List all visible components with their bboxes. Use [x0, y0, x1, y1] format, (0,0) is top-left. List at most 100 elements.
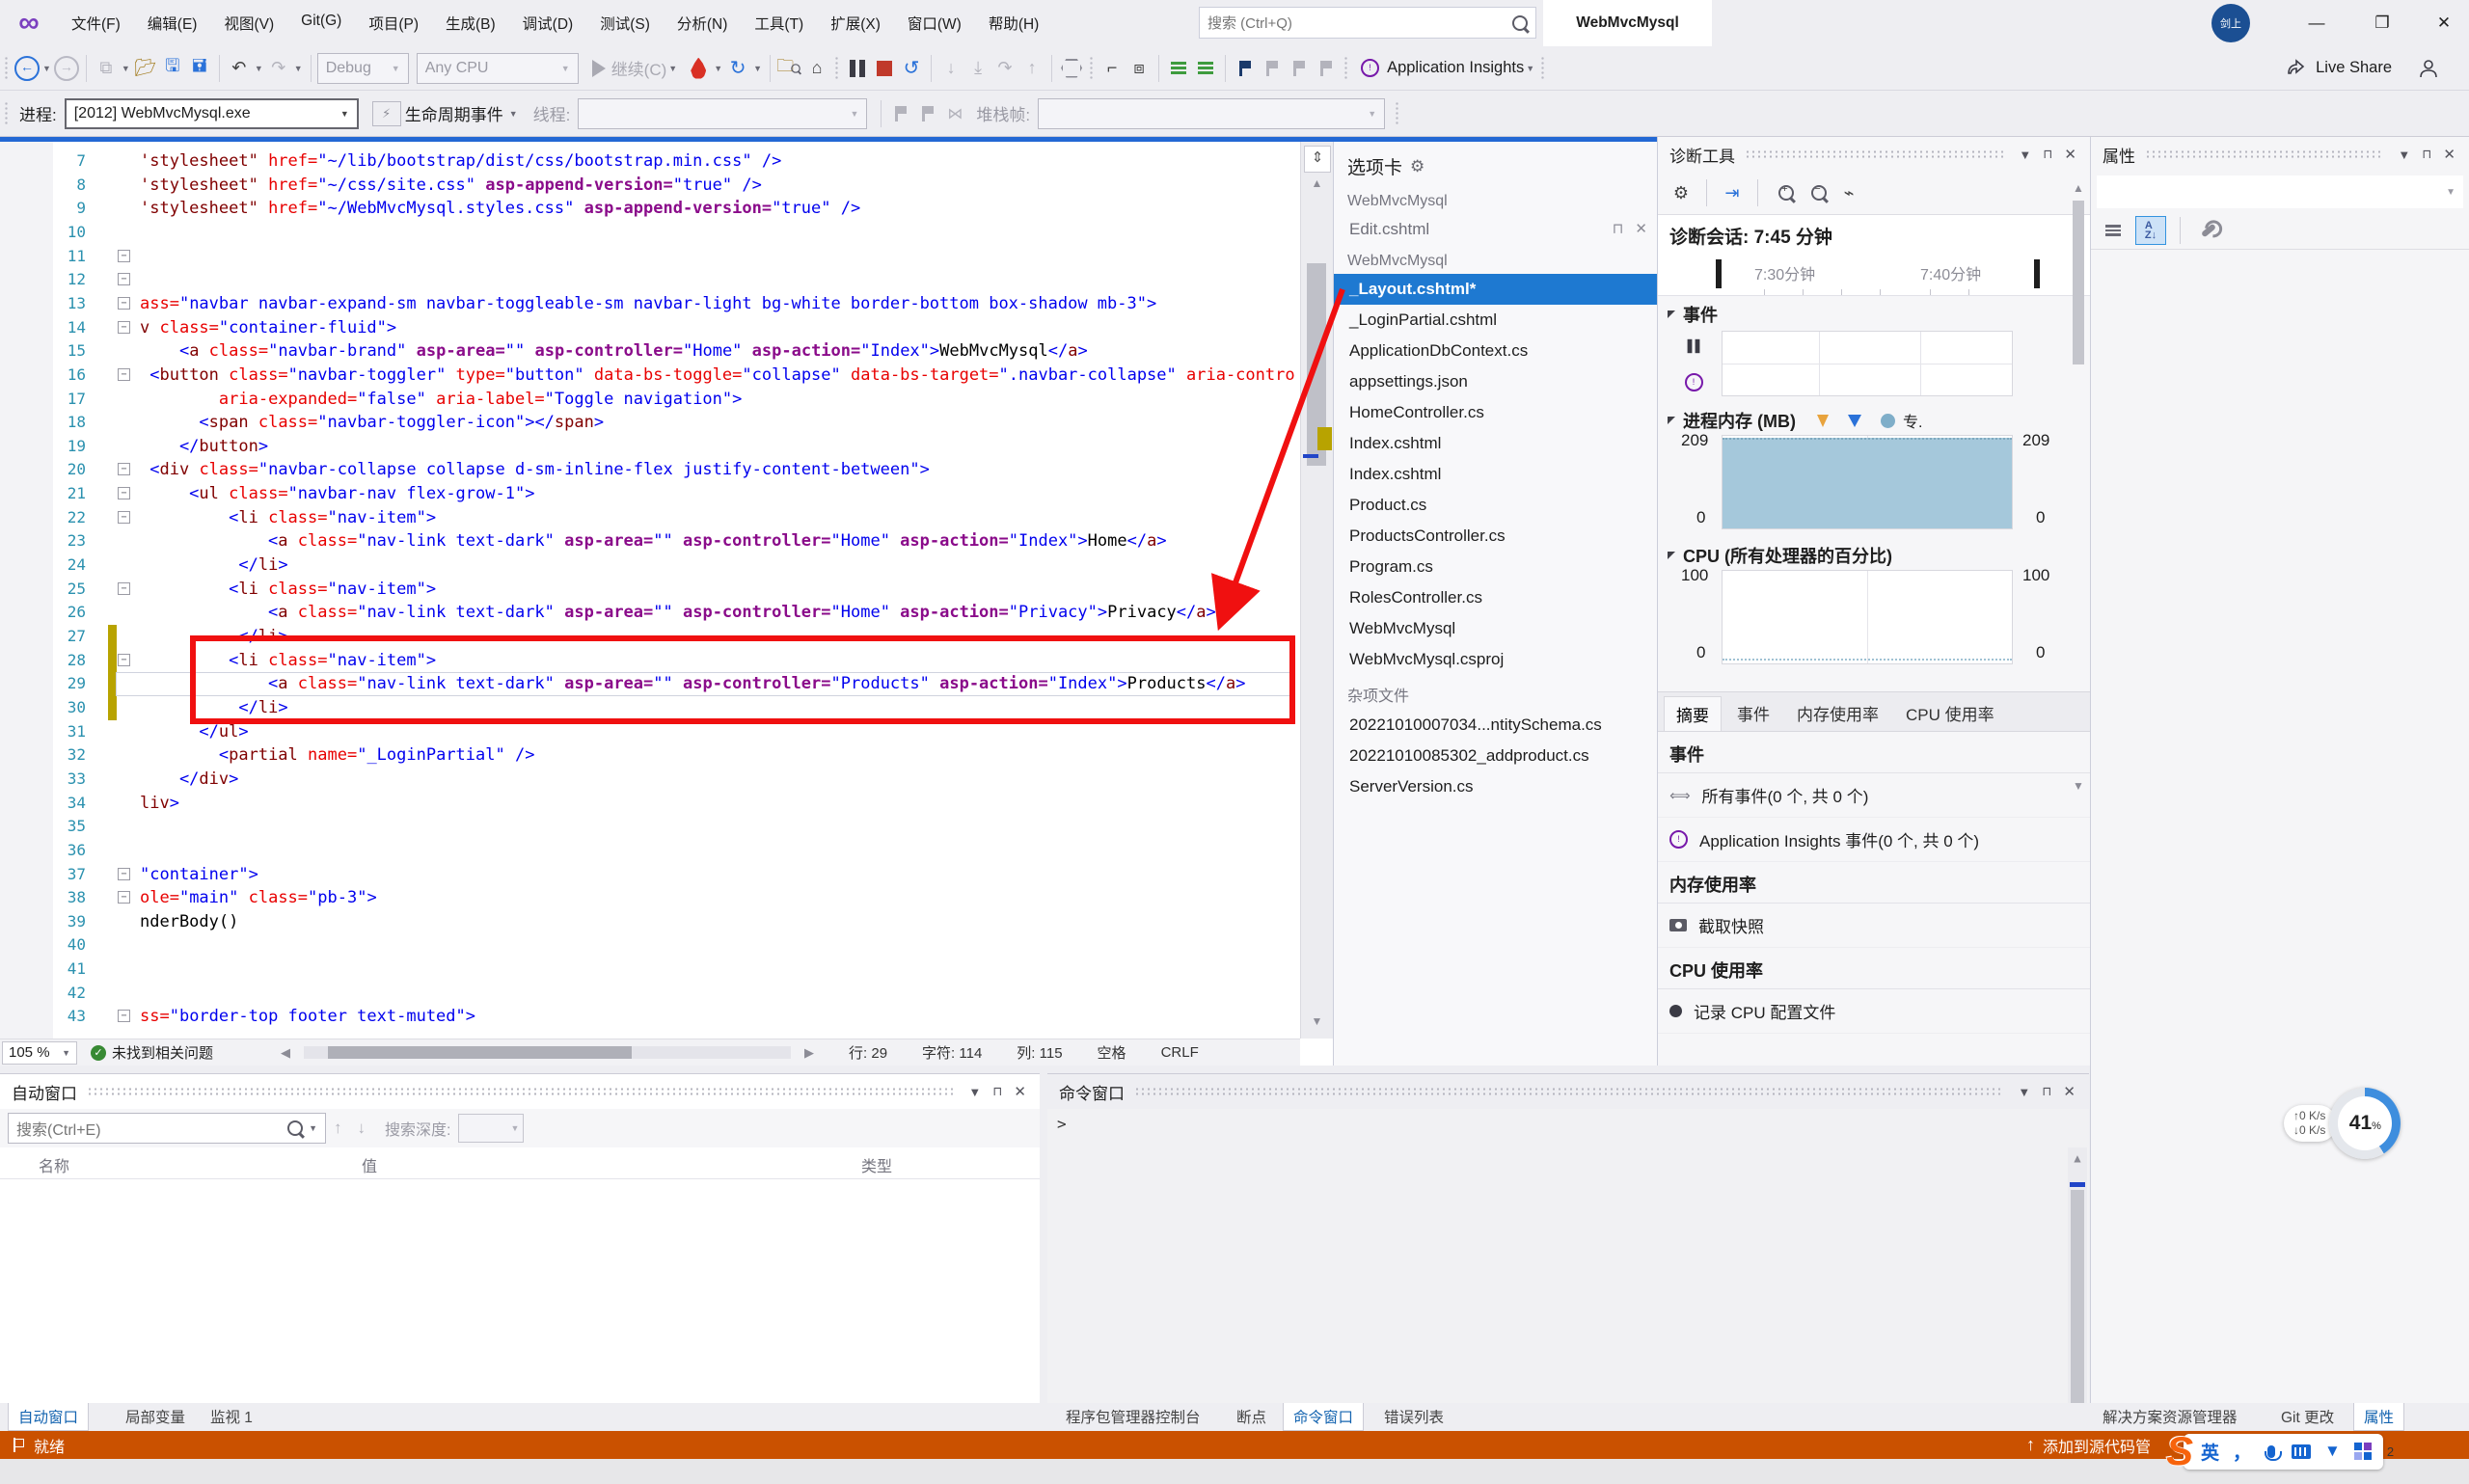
code-line[interactable]: 15 <a class="navbar-brand" asp-area="" a… [0, 339, 1300, 364]
code-line[interactable]: 21− <ul class="navbar-nav flex-grow-1"> [0, 482, 1300, 506]
scroll-up-icon[interactable]: ▲ [2068, 1151, 2087, 1165]
navigate-back-dropdown[interactable]: ▼ [42, 64, 51, 73]
continue-button[interactable]: 继续(C) [611, 56, 667, 80]
microphone-icon[interactable] [2267, 1445, 2275, 1458]
maximize-button[interactable]: ❐ [2353, 0, 2411, 46]
fold-collapse-icon[interactable]: − [118, 297, 130, 310]
file-tab-item[interactable]: _Layout.cshtml* [1334, 274, 1657, 305]
menu-item[interactable]: 生成(B) [432, 7, 509, 40]
next-bookmark-button[interactable] [1286, 54, 1313, 83]
open-file-button[interactable]: 📂︎ [132, 54, 159, 83]
memory-section-header[interactable]: 进程内存 (MB) [1683, 408, 1796, 433]
menu-item[interactable]: 编辑(E) [134, 7, 211, 40]
editor-horizontal-scrollbar[interactable] [304, 1046, 791, 1059]
continue-play-icon[interactable] [592, 60, 606, 77]
code-line[interactable]: 36 [0, 839, 1300, 863]
code-line[interactable]: 7'stylesheet" href="~/lib/bootstrap/dist… [0, 149, 1300, 174]
sogou-logo-icon[interactable]: S [2166, 1428, 2193, 1474]
panel-drag-texture[interactable] [87, 1087, 953, 1097]
flag-thread-icon[interactable] [887, 99, 914, 128]
fold-collapse-icon[interactable]: − [118, 273, 130, 285]
reset-view-chart-icon[interactable]: ⌁ [1835, 178, 1862, 207]
menu-item[interactable]: 调试(D) [509, 7, 587, 40]
code-line[interactable]: 20− <div class="navbar-collapse collapse… [0, 458, 1300, 482]
step-into-button[interactable]: ⤓ [964, 54, 991, 83]
autos-search-input[interactable]: 搜索(Ctrl+E) ▼ [8, 1113, 326, 1144]
fold-collapse-icon[interactable]: − [118, 250, 130, 262]
code-line[interactable]: 31 </ul> [0, 720, 1300, 744]
toggle-flagged-icon[interactable]: ⋈ [941, 99, 968, 128]
bottom-tab[interactable]: 局部变量 [116, 1403, 195, 1430]
toggle-bookmark-button[interactable] [1232, 54, 1259, 83]
menu-item[interactable]: 文件(F) [58, 7, 134, 40]
scroll-down-icon[interactable]: ▼ [1301, 1014, 1333, 1028]
code-line[interactable]: 40 [0, 933, 1300, 958]
cpu-chart[interactable] [1722, 570, 2013, 664]
file-tab-item[interactable]: Program.cs [1334, 552, 1657, 582]
diagnostics-settings-gear-icon[interactable]: ⚙︎ [1668, 178, 1695, 207]
code-line[interactable]: 30 </li> [0, 696, 1300, 720]
search-up-icon[interactable]: ↑ [334, 1119, 342, 1138]
code-line[interactable]: 9'stylesheet" href="~/WebMvcMysql.styles… [0, 197, 1300, 221]
status-eol[interactable]: CRLF [1161, 1044, 1199, 1061]
file-tab-item[interactable]: _LoginPartial.cshtml [1334, 305, 1657, 336]
prev-bookmark-button[interactable] [1259, 54, 1286, 83]
properties-object-dropdown[interactable]: ▼ [2097, 175, 2463, 208]
panel-menu-icon[interactable]: ▼ [2012, 1085, 2036, 1099]
bottom-tab[interactable]: 命令窗口 [1283, 1403, 1364, 1431]
file-tab-item[interactable]: WebMvcMysql.csproj [1334, 644, 1657, 675]
menu-item[interactable]: 视图(V) [210, 7, 287, 40]
solution-configuration-dropdown[interactable]: Debug▼ [317, 53, 409, 84]
fold-collapse-icon[interactable]: − [118, 368, 130, 381]
file-tab-item[interactable]: appsettings.json [1334, 366, 1657, 397]
panel-drag-texture[interactable] [1134, 1087, 2002, 1097]
alphabetical-sort-icon[interactable]: AZ↓ [2135, 216, 2166, 245]
code-line[interactable]: 22− <li class="nav-item"> [0, 506, 1300, 530]
minimize-button[interactable]: — [2288, 0, 2346, 46]
fold-collapse-icon[interactable]: − [118, 511, 130, 524]
lifecycle-dropdown[interactable]: ▼ [509, 109, 518, 119]
code-line[interactable]: 23 <a class="nav-link text-dark" asp-are… [0, 529, 1300, 553]
ime-menu-grid-icon[interactable] [2354, 1443, 2372, 1460]
intellitrace-icon[interactable] [1058, 54, 1085, 83]
file-tab-item[interactable]: Product.cs [1334, 490, 1657, 521]
file-tab-item[interactable]: Index.cshtml [1334, 459, 1657, 490]
property-pages-wrench-icon[interactable] [2194, 217, 2223, 244]
application-insights-button[interactable]: Application Insights [1387, 59, 1524, 77]
close-icon[interactable]: ✕ [1008, 1083, 1032, 1100]
zoom-out-icon[interactable]: − [1803, 178, 1830, 207]
ime-language-button[interactable]: 英 [2201, 1439, 2219, 1465]
diagnostics-tab[interactable]: 内存使用率 [1785, 696, 1890, 731]
toolbar-grip[interactable] [834, 56, 840, 81]
flag-thread-2-icon[interactable] [914, 99, 941, 128]
pin-icon[interactable]: ⊓ [2036, 1084, 2057, 1099]
ime-punctuation-button[interactable]: ， [2233, 1439, 2251, 1465]
step-over-button[interactable]: ↷ [991, 54, 1018, 83]
fold-collapse-icon[interactable]: − [118, 868, 130, 880]
timeline-range-start[interactable] [1716, 259, 1722, 288]
scrollbar-thumb[interactable] [2071, 1190, 2084, 1431]
quick-search-box[interactable]: 搜索 (Ctrl+Q) [1199, 7, 1536, 39]
tabs-settings-gear-icon[interactable]: ⚙︎ [1410, 157, 1424, 176]
bottom-tab[interactable]: 程序包管理器控制台 [1056, 1403, 1210, 1430]
close-icon[interactable]: ✕ [2437, 146, 2461, 163]
panel-menu-icon[interactable]: ▼ [963, 1085, 987, 1099]
menu-item[interactable]: 扩展(X) [817, 7, 894, 40]
file-tab-item[interactable]: 20221010085302_addproduct.cs [1334, 741, 1657, 771]
diagnostics-timeline[interactable]: 7:30分钟 7:40分钟 [1658, 256, 2090, 296]
categorized-view-icon[interactable] [2099, 217, 2128, 244]
timeline-range-end[interactable] [2034, 259, 2040, 288]
toolbar-grip[interactable] [1540, 56, 1546, 81]
toolbar-grip[interactable] [4, 56, 10, 81]
code-line[interactable]: 32 <partial name="_LoginPartial" /> [0, 743, 1300, 768]
diagnostics-tab[interactable]: CPU 使用率 [1894, 696, 2006, 731]
panel-drag-texture[interactable] [1745, 149, 2003, 160]
cpu-section-header[interactable]: CPU (所有处理器的百分比) [1683, 543, 1892, 568]
file-tab-item[interactable]: ApplicationDbContext.cs [1334, 336, 1657, 366]
events-section-header[interactable]: 事件 [1683, 302, 1718, 327]
lifecycle-events-button[interactable]: 生命周期事件 [405, 101, 503, 125]
undo-dropdown[interactable]: ▼ [255, 64, 263, 73]
bottom-tab[interactable]: 断点 [1227, 1403, 1276, 1430]
code-line[interactable]: 33 </div> [0, 768, 1300, 792]
split-editor-handle[interactable]: ⇕ [1304, 146, 1331, 173]
